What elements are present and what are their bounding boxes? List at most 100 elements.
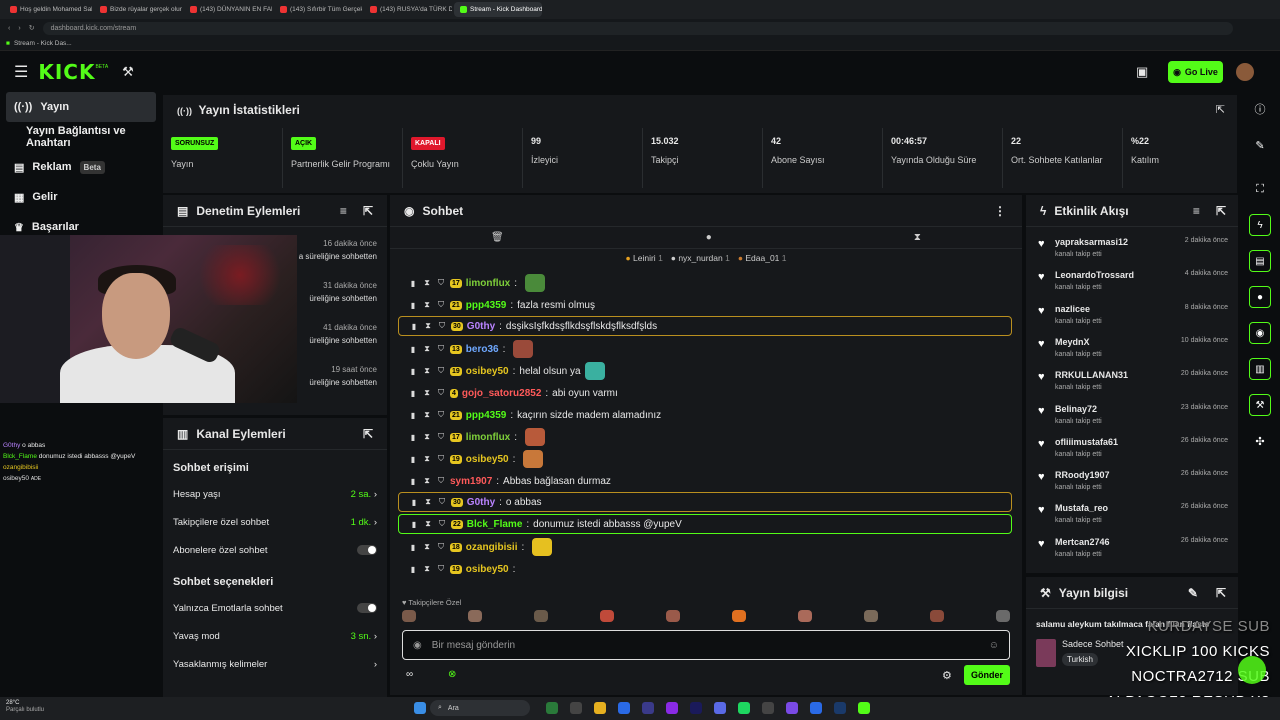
- kick-emote-icon[interactable]: ⊗: [448, 669, 456, 680]
- chat-username[interactable]: ozangibisii: [466, 542, 518, 553]
- hourglass-icon[interactable]: ⧗: [422, 476, 432, 486]
- shield-icon[interactable]: ⛉: [437, 497, 447, 507]
- shield-icon[interactable]: ⛉: [436, 564, 446, 574]
- shield-icon[interactable]: ⛉: [436, 432, 446, 442]
- chat-username[interactable]: osibey50: [466, 454, 509, 465]
- app-icon[interactable]: [786, 702, 798, 714]
- edit-icon[interactable]: ✎: [1188, 586, 1198, 600]
- url-field[interactable]: dashboard.kick.com/stream: [42, 21, 1233, 35]
- trash-icon[interactable]: ▮: [408, 301, 418, 310]
- hourglass-icon[interactable]: ⧗: [422, 388, 432, 398]
- chat-username[interactable]: sym1907: [450, 476, 492, 487]
- activity-item[interactable]: ♥ Mertcan2746 kanalı takip etti 26 dakika ö…: [1036, 535, 1228, 568]
- browser-tab[interactable]: (143) RUSYA'da TÜRK DİY: [364, 2, 452, 17]
- setting-account-age[interactable]: Hesap yaşı 2 sa. ›: [163, 480, 387, 508]
- avatar[interactable]: [666, 610, 680, 622]
- activity-item[interactable]: ♥ yapraksarmasi12 kanalı takip etti 2 dakik…: [1036, 235, 1228, 268]
- chat-message[interactable]: ▮ ⧗ ⛉ 30 G0thy: dsşiksIşfkdsşflkdsşflskdşflks…: [398, 316, 1012, 336]
- trash-icon[interactable]: ▮: [408, 433, 418, 442]
- premiere-icon[interactable]: [690, 702, 702, 714]
- hourglass-icon[interactable]: ⧗: [914, 232, 921, 243]
- spotify-icon[interactable]: [738, 702, 750, 714]
- shield-icon[interactable]: ⛉: [436, 410, 446, 420]
- hourglass-icon[interactable]: ⧗: [422, 278, 432, 288]
- hammer-icon[interactable]: ⚒: [122, 64, 134, 80]
- browser-tab[interactable]: Hoş geldin Mohamed Salah: [4, 2, 92, 17]
- hourglass-icon[interactable]: ⧗: [423, 497, 433, 507]
- chat-message[interactable]: ▮ ⧗ ⛉ 17 limonflux:: [398, 426, 1012, 448]
- task-view-icon[interactable]: [570, 702, 582, 714]
- windows-start-icon[interactable]: [414, 702, 426, 714]
- explorer-icon[interactable]: [594, 702, 606, 714]
- chat-message[interactable]: ▮ ⧗ ⛉ 17 limonflux:: [398, 272, 1012, 294]
- hourglass-icon[interactable]: ⧗: [423, 321, 433, 331]
- kick-logo[interactable]: KICK: [38, 60, 95, 84]
- edit-icon[interactable]: ✎: [1249, 134, 1271, 156]
- chat-username[interactable]: G0thy: [467, 497, 495, 508]
- browser-tab[interactable]: (143) DÜNYANIN EN FAKİR: [184, 2, 272, 17]
- chat-username[interactable]: gojo_satoru2852: [462, 388, 541, 399]
- pinned-user[interactable]: ● nyx_nurdan 1: [671, 253, 730, 263]
- activity-item[interactable]: ♥ Mustafa_reo kanalı takip etti 26 dakika ö…: [1036, 501, 1228, 534]
- chat-message[interactable]: ▮ ⧗ ⛉ 21 ppp4359: fazla resmi olmuş: [398, 294, 1012, 316]
- avatar[interactable]: [996, 610, 1010, 622]
- forward-icon[interactable]: ›: [18, 25, 20, 32]
- avatar[interactable]: [534, 610, 548, 622]
- trash-icon[interactable]: ▮: [409, 498, 419, 507]
- shield-icon[interactable]: ⛉: [437, 321, 447, 331]
- document-icon[interactable]: ▤: [1249, 250, 1271, 272]
- avatar[interactable]: [402, 610, 416, 622]
- shield-icon[interactable]: ⛉: [436, 542, 446, 552]
- subs-only-toggle[interactable]: [357, 545, 377, 555]
- hourglass-icon[interactable]: ⧗: [422, 564, 432, 574]
- chat-bubble-icon[interactable]: ●: [706, 232, 712, 243]
- trash-icon[interactable]: ▮: [408, 389, 418, 398]
- shield-icon[interactable]: ⛉: [436, 300, 446, 310]
- activity-item[interactable]: ♥ ofliiimustafa61 kanalı takip etti 26 daki…: [1036, 435, 1228, 468]
- trash-icon[interactable]: ▮: [408, 279, 418, 288]
- popout-icon[interactable]: ⇱: [1216, 204, 1226, 218]
- chat-input[interactable]: ◉ Bir mesaj gönderin ☺: [402, 630, 1010, 660]
- hourglass-icon[interactable]: ⧗: [423, 519, 433, 529]
- trash-icon[interactable]: ▮: [408, 565, 418, 574]
- sidebar-item-yayin[interactable]: ((·)) Yayın: [6, 92, 156, 122]
- hourglass-icon[interactable]: ⧗: [422, 410, 432, 420]
- bolt-icon[interactable]: ϟ: [1249, 214, 1271, 236]
- browser-tab[interactable]: Bizde rüyalar gerçek olur: [94, 2, 182, 17]
- back-icon[interactable]: ‹: [8, 25, 10, 32]
- chat-username[interactable]: osibey50: [466, 564, 509, 575]
- emote-only-toggle[interactable]: [357, 603, 377, 613]
- hourglass-icon[interactable]: ⧗: [422, 432, 432, 442]
- bookmark-item[interactable]: Stream - Kick Das...: [14, 40, 72, 47]
- sidebar-item-stream-key[interactable]: Yayın Bağlantısı ve Anahtarı: [0, 122, 162, 152]
- gear-icon[interactable]: ⚙: [942, 669, 952, 682]
- trash-icon[interactable]: ▮: [409, 520, 419, 529]
- pinned-user[interactable]: ● Edaa_01 1: [738, 253, 787, 263]
- info-icon[interactable]: ⓘ: [1249, 98, 1271, 120]
- chat-message[interactable]: ▮ ⧗ ⛉ 13 bero36:: [398, 338, 1012, 360]
- app-icon[interactable]: [642, 702, 654, 714]
- chat-username[interactable]: bero36: [466, 344, 499, 355]
- chat-username[interactable]: ppp4359: [466, 410, 507, 421]
- trash-icon[interactable]: ▮: [408, 367, 418, 376]
- smiley-icon[interactable]: ☺: [989, 640, 999, 651]
- hourglass-icon[interactable]: ⧗: [422, 366, 432, 376]
- chat-message[interactable]: ▮ ⧗ ⛉ 30 G0thy: o abbas: [398, 492, 1012, 512]
- activity-item[interactable]: ♥ RRKULLANAN31 kanalı takip etti 20 dakika …: [1036, 368, 1228, 401]
- chat-message[interactable]: ▮ ⧗ ⛉ 22 Blck_Flame: donumuz istedi abbasss @…: [398, 514, 1012, 534]
- activity-item[interactable]: ♥ RRoody1907 kanalı takip etti 26 dakika ön…: [1036, 468, 1228, 501]
- setting-slow-mode[interactable]: Yavaş mod 3 sn. ›: [163, 622, 387, 650]
- expand-icon[interactable]: ⛶: [1249, 178, 1271, 200]
- broadcast-icon[interactable]: ◉: [1249, 322, 1271, 344]
- emoji-icon[interactable]: ◉: [413, 640, 422, 651]
- app-icon[interactable]: [666, 702, 678, 714]
- hourglass-icon[interactable]: ⧗: [422, 454, 432, 464]
- activity-item[interactable]: ♥ nazlicee kanalı takip etti 8 dakika önce: [1036, 302, 1228, 335]
- hourglass-icon[interactable]: ⧗: [422, 542, 432, 552]
- avatar[interactable]: [732, 610, 746, 622]
- trash-icon[interactable]: ▮: [409, 322, 419, 331]
- monitor-icon[interactable]: ▣: [1136, 64, 1148, 80]
- chat-message[interactable]: ▮ ⧗ ⛉ 19 osibey50:: [398, 448, 1012, 470]
- shield-icon[interactable]: ⛉: [436, 476, 446, 486]
- shield-icon[interactable]: ⛉: [436, 388, 446, 398]
